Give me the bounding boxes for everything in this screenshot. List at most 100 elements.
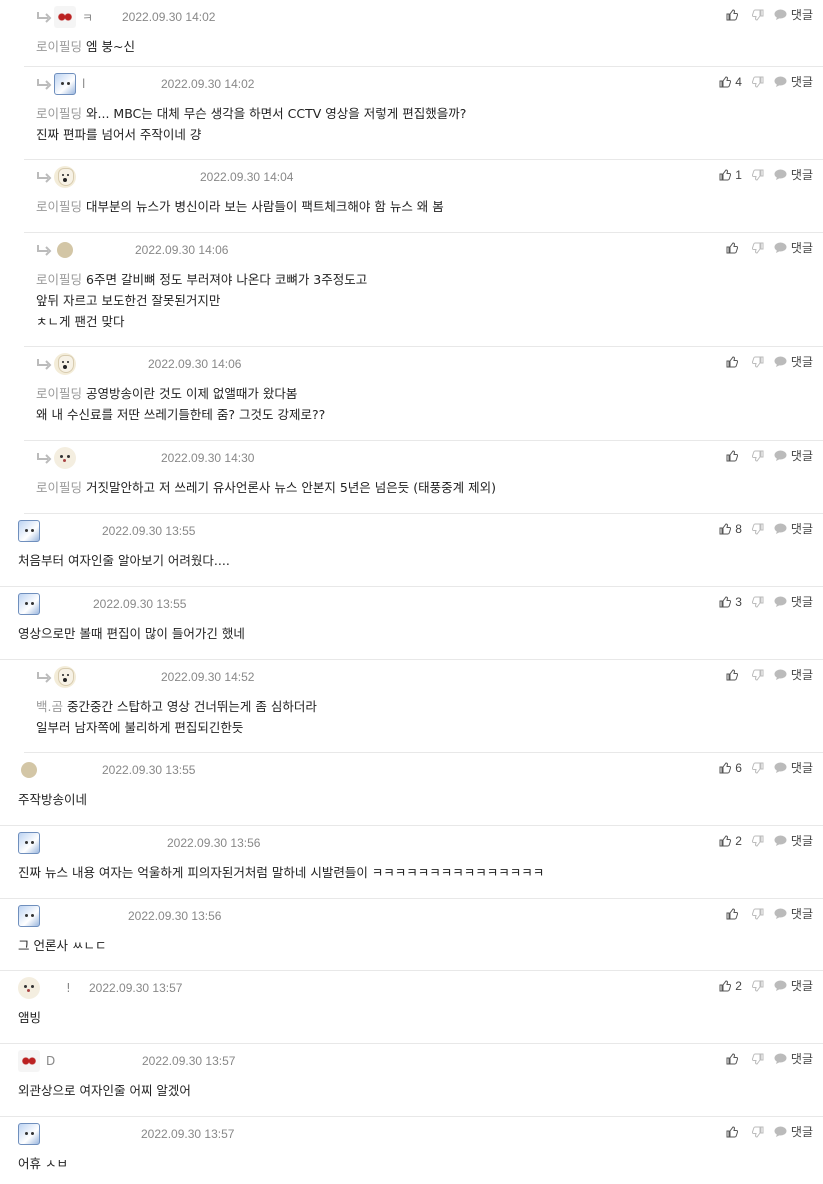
reply-button[interactable]: 댓글 xyxy=(774,73,813,90)
like-button[interactable] xyxy=(726,8,742,21)
dislike-button[interactable] xyxy=(751,356,764,368)
comment-item: 2022.09.30 13:56 2 댓글 진짜 뉴스 내용 여자는 억울하게 … xyxy=(0,826,823,899)
comment-date: 2022.09.30 13:57 xyxy=(142,1054,236,1068)
reply-label: 댓글 xyxy=(790,1125,813,1139)
dislike-button[interactable] xyxy=(751,242,764,254)
like-button[interactable] xyxy=(726,1052,742,1065)
reply-label: 댓글 xyxy=(790,907,813,921)
dislike-button[interactable] xyxy=(751,980,764,992)
like-count: 2 xyxy=(735,978,742,993)
avatar[interactable] xyxy=(21,762,37,778)
nickname[interactable]: D xyxy=(46,1054,55,1068)
avatar[interactable] xyxy=(18,520,40,542)
reply-button[interactable]: 댓글 xyxy=(774,832,813,849)
like-button[interactable] xyxy=(726,355,742,368)
reply-button[interactable]: 댓글 xyxy=(774,353,813,370)
avatar[interactable] xyxy=(18,905,40,927)
reply-button[interactable]: 댓글 xyxy=(774,905,813,922)
reply-target[interactable]: 로이필딩 xyxy=(36,386,82,401)
dislike-button[interactable] xyxy=(751,835,764,847)
dislike-button[interactable] xyxy=(751,76,764,88)
reply-button[interactable]: 댓글 xyxy=(774,759,813,776)
comment-actions: 6 댓글 xyxy=(709,759,813,776)
reply-target[interactable]: 로이필딩 xyxy=(36,106,82,121)
comment-text: 진짜 편파를 넘어서 주작이네 걍 xyxy=(36,127,202,142)
dislike-button[interactable] xyxy=(751,169,764,181)
avatar[interactable] xyxy=(54,6,76,28)
like-button[interactable]: 1 xyxy=(719,168,742,182)
reply-button[interactable]: 댓글 xyxy=(774,593,813,610)
comment-body: 앰빙 xyxy=(18,1007,41,1028)
like-button[interactable] xyxy=(726,1125,742,1138)
reply-button[interactable]: 댓글 xyxy=(774,1050,813,1067)
thumbs-down-icon xyxy=(751,1053,764,1065)
reply-target[interactable]: 백.곰 xyxy=(36,699,63,714)
reply-button[interactable]: 댓글 xyxy=(774,239,813,256)
like-button[interactable]: 6 xyxy=(719,761,742,775)
like-button[interactable] xyxy=(726,668,742,681)
speech-bubble-icon xyxy=(774,669,787,680)
like-button[interactable]: 8 xyxy=(719,522,742,536)
thumbs-up-icon xyxy=(726,1125,738,1137)
comment-body: 로이필딩 거짓말안하고 저 쓰레기 유사언론사 뉴스 안본지 5년은 넘은듯 (태… xyxy=(36,477,496,498)
reply-target[interactable]: 로이필딩 xyxy=(36,480,82,495)
nickname[interactable]: ! xyxy=(66,981,71,995)
dislike-button[interactable] xyxy=(751,762,764,774)
avatar[interactable] xyxy=(54,353,76,375)
dislike-button[interactable] xyxy=(751,1126,764,1138)
reply-button[interactable]: 댓글 xyxy=(774,6,813,23)
nickname[interactable]: ㅋ xyxy=(82,9,93,26)
reply-label: 댓글 xyxy=(790,355,813,369)
avatar[interactable] xyxy=(57,242,73,258)
reply-button[interactable]: 댓글 xyxy=(774,1123,813,1140)
avatar[interactable] xyxy=(18,832,40,854)
avatar[interactable] xyxy=(18,977,40,999)
like-count: 2 xyxy=(735,833,742,848)
thumbs-down-icon xyxy=(751,762,764,774)
reply-button[interactable]: 댓글 xyxy=(774,520,813,537)
comment-date: 2022.09.30 14:06 xyxy=(135,243,229,257)
thumbs-up-icon xyxy=(726,449,738,461)
like-button[interactable]: 3 xyxy=(719,595,742,609)
reply-label: 댓글 xyxy=(790,75,813,89)
dislike-button[interactable] xyxy=(751,450,764,462)
comment-text: 공영방송이란 것도 이제 없앨때가 왔다봄 xyxy=(86,386,298,401)
avatar[interactable] xyxy=(18,1123,40,1145)
comment-body: 어휴 ㅅㅂ xyxy=(18,1153,68,1174)
like-button[interactable]: 2 xyxy=(719,979,742,993)
reply-target[interactable]: 로이필딩 xyxy=(36,272,82,287)
avatar[interactable] xyxy=(18,1050,40,1072)
reply-target[interactable]: 로이필딩 xyxy=(36,199,82,214)
reply-button[interactable]: 댓글 xyxy=(774,447,813,464)
comment-item: 2022.09.30 13:56 댓글 그 언론사 ㅆㄴㄷ xyxy=(0,899,823,971)
like-button[interactable] xyxy=(726,241,742,254)
dislike-button[interactable] xyxy=(751,1053,764,1065)
dislike-button[interactable] xyxy=(751,908,764,920)
reply-button[interactable]: 댓글 xyxy=(774,166,813,183)
thumbs-up-icon xyxy=(719,979,732,991)
avatar[interactable] xyxy=(54,666,76,688)
dislike-button[interactable] xyxy=(751,669,764,681)
thumbs-up-icon xyxy=(719,522,732,534)
comment-date: 2022.09.30 14:02 xyxy=(161,77,255,91)
reply-label: 댓글 xyxy=(790,595,813,609)
dislike-button[interactable] xyxy=(751,523,764,535)
reply-button[interactable]: 댓글 xyxy=(774,666,813,683)
dislike-button[interactable] xyxy=(751,9,764,21)
reply-label: 댓글 xyxy=(790,168,813,182)
avatar[interactable] xyxy=(54,447,76,469)
comment-item: 2022.09.30 13:55 6 댓글 주작방송이네 xyxy=(0,753,823,826)
comment-actions: 댓글 xyxy=(716,353,813,370)
dislike-button[interactable] xyxy=(751,596,764,608)
like-button[interactable]: 4 xyxy=(719,75,742,89)
like-button[interactable]: 2 xyxy=(719,834,742,848)
nickname[interactable]: l xyxy=(82,77,85,91)
like-button[interactable] xyxy=(726,907,742,920)
avatar[interactable] xyxy=(18,593,40,615)
avatar[interactable] xyxy=(54,73,76,95)
avatar[interactable] xyxy=(54,166,76,188)
reply-button[interactable]: 댓글 xyxy=(774,977,813,994)
like-button[interactable] xyxy=(726,449,742,462)
reply-label: 댓글 xyxy=(790,1052,813,1066)
reply-target[interactable]: 로이필딩 xyxy=(36,39,82,54)
